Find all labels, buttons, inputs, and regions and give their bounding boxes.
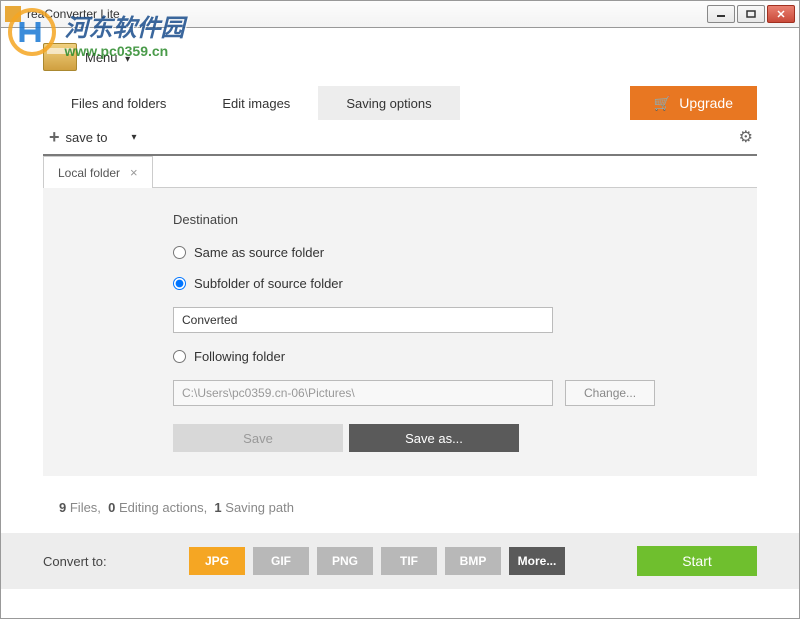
tab-saving-options[interactable]: Saving options [318,86,459,120]
plus-icon: + [49,127,60,148]
menu-button[interactable]: Menu ▾ [85,50,130,65]
radio-same-source[interactable]: Same as source folder [173,245,757,260]
files-label: Files, [70,500,101,515]
tab-edit-images[interactable]: Edit images [194,86,318,120]
app-icon [5,6,21,22]
tab-files-folders[interactable]: Files and folders [43,86,194,120]
subfolder-name-input[interactable] [173,307,553,333]
status-bar: 9 Files, 0 Editing actions, 1 Saving pat… [1,476,799,533]
following-path-input [173,380,553,406]
radio-same-source-input[interactable] [173,246,186,259]
footer: Convert to: JPG GIF PNG TIF BMP More... … [1,533,799,589]
edit-label: Editing actions, [119,500,207,515]
radio-following-input[interactable] [173,350,186,363]
gear-icon: ⚙ [739,129,753,146]
format-more-button[interactable]: More... [509,547,565,575]
main-tabs: Files and folders Edit images Saving opt… [1,86,799,120]
save-button[interactable]: Save [173,424,343,452]
format-bmp-button[interactable]: BMP [445,547,501,575]
radio-subfolder-label: Subfolder of source folder [194,276,343,291]
subtab-label: Local folder [58,166,120,180]
settings-button[interactable]: ⚙ [735,123,757,151]
format-tif-button[interactable]: TIF [381,547,437,575]
destination-panel: Destination Same as source folder Subfol… [43,188,757,476]
cart-icon: 🛒 [654,95,671,112]
radio-following-label: Following folder [194,349,285,364]
radio-subfolder[interactable]: Subfolder of source folder [173,276,757,291]
chevron-down-icon: ▾ [131,132,136,143]
maximize-button[interactable] [737,5,765,23]
start-button[interactable]: Start [637,546,757,576]
upgrade-label: Upgrade [679,95,733,111]
menu-bar: Menu ▾ [1,28,799,86]
menu-folder-icon [43,43,77,71]
saving-label: Saving path [225,500,294,515]
sub-tabs: Local folder × [43,156,757,188]
window-title: reaConverter Lite [27,7,707,21]
destination-heading: Destination [173,212,757,227]
convert-to-label: Convert to: [43,554,189,569]
format-png-button[interactable]: PNG [317,547,373,575]
files-count: 9 [59,500,66,515]
subtab-local-folder[interactable]: Local folder × [43,156,153,188]
menu-label: Menu [85,50,118,65]
radio-following-folder[interactable]: Following folder [173,349,757,364]
save-as-button[interactable]: Save as... [349,424,519,452]
close-icon[interactable]: × [130,165,138,180]
close-button[interactable] [767,5,795,23]
save-to-label: save to [66,130,108,145]
saving-count: 1 [214,500,221,515]
minimize-button[interactable] [707,5,735,23]
save-to-dropdown[interactable]: + save to ▾ [43,123,142,152]
toolbar: + save to ▾ ⚙ [43,120,757,156]
format-gif-button[interactable]: GIF [253,547,309,575]
titlebar: reaConverter Lite [0,0,800,28]
radio-same-source-label: Same as source folder [194,245,324,260]
change-button[interactable]: Change... [565,380,655,406]
radio-subfolder-input[interactable] [173,277,186,290]
format-jpg-button[interactable]: JPG [189,547,245,575]
chevron-down-icon: ▾ [125,54,130,65]
edit-count: 0 [108,500,115,515]
upgrade-button[interactable]: 🛒 Upgrade [630,86,757,120]
